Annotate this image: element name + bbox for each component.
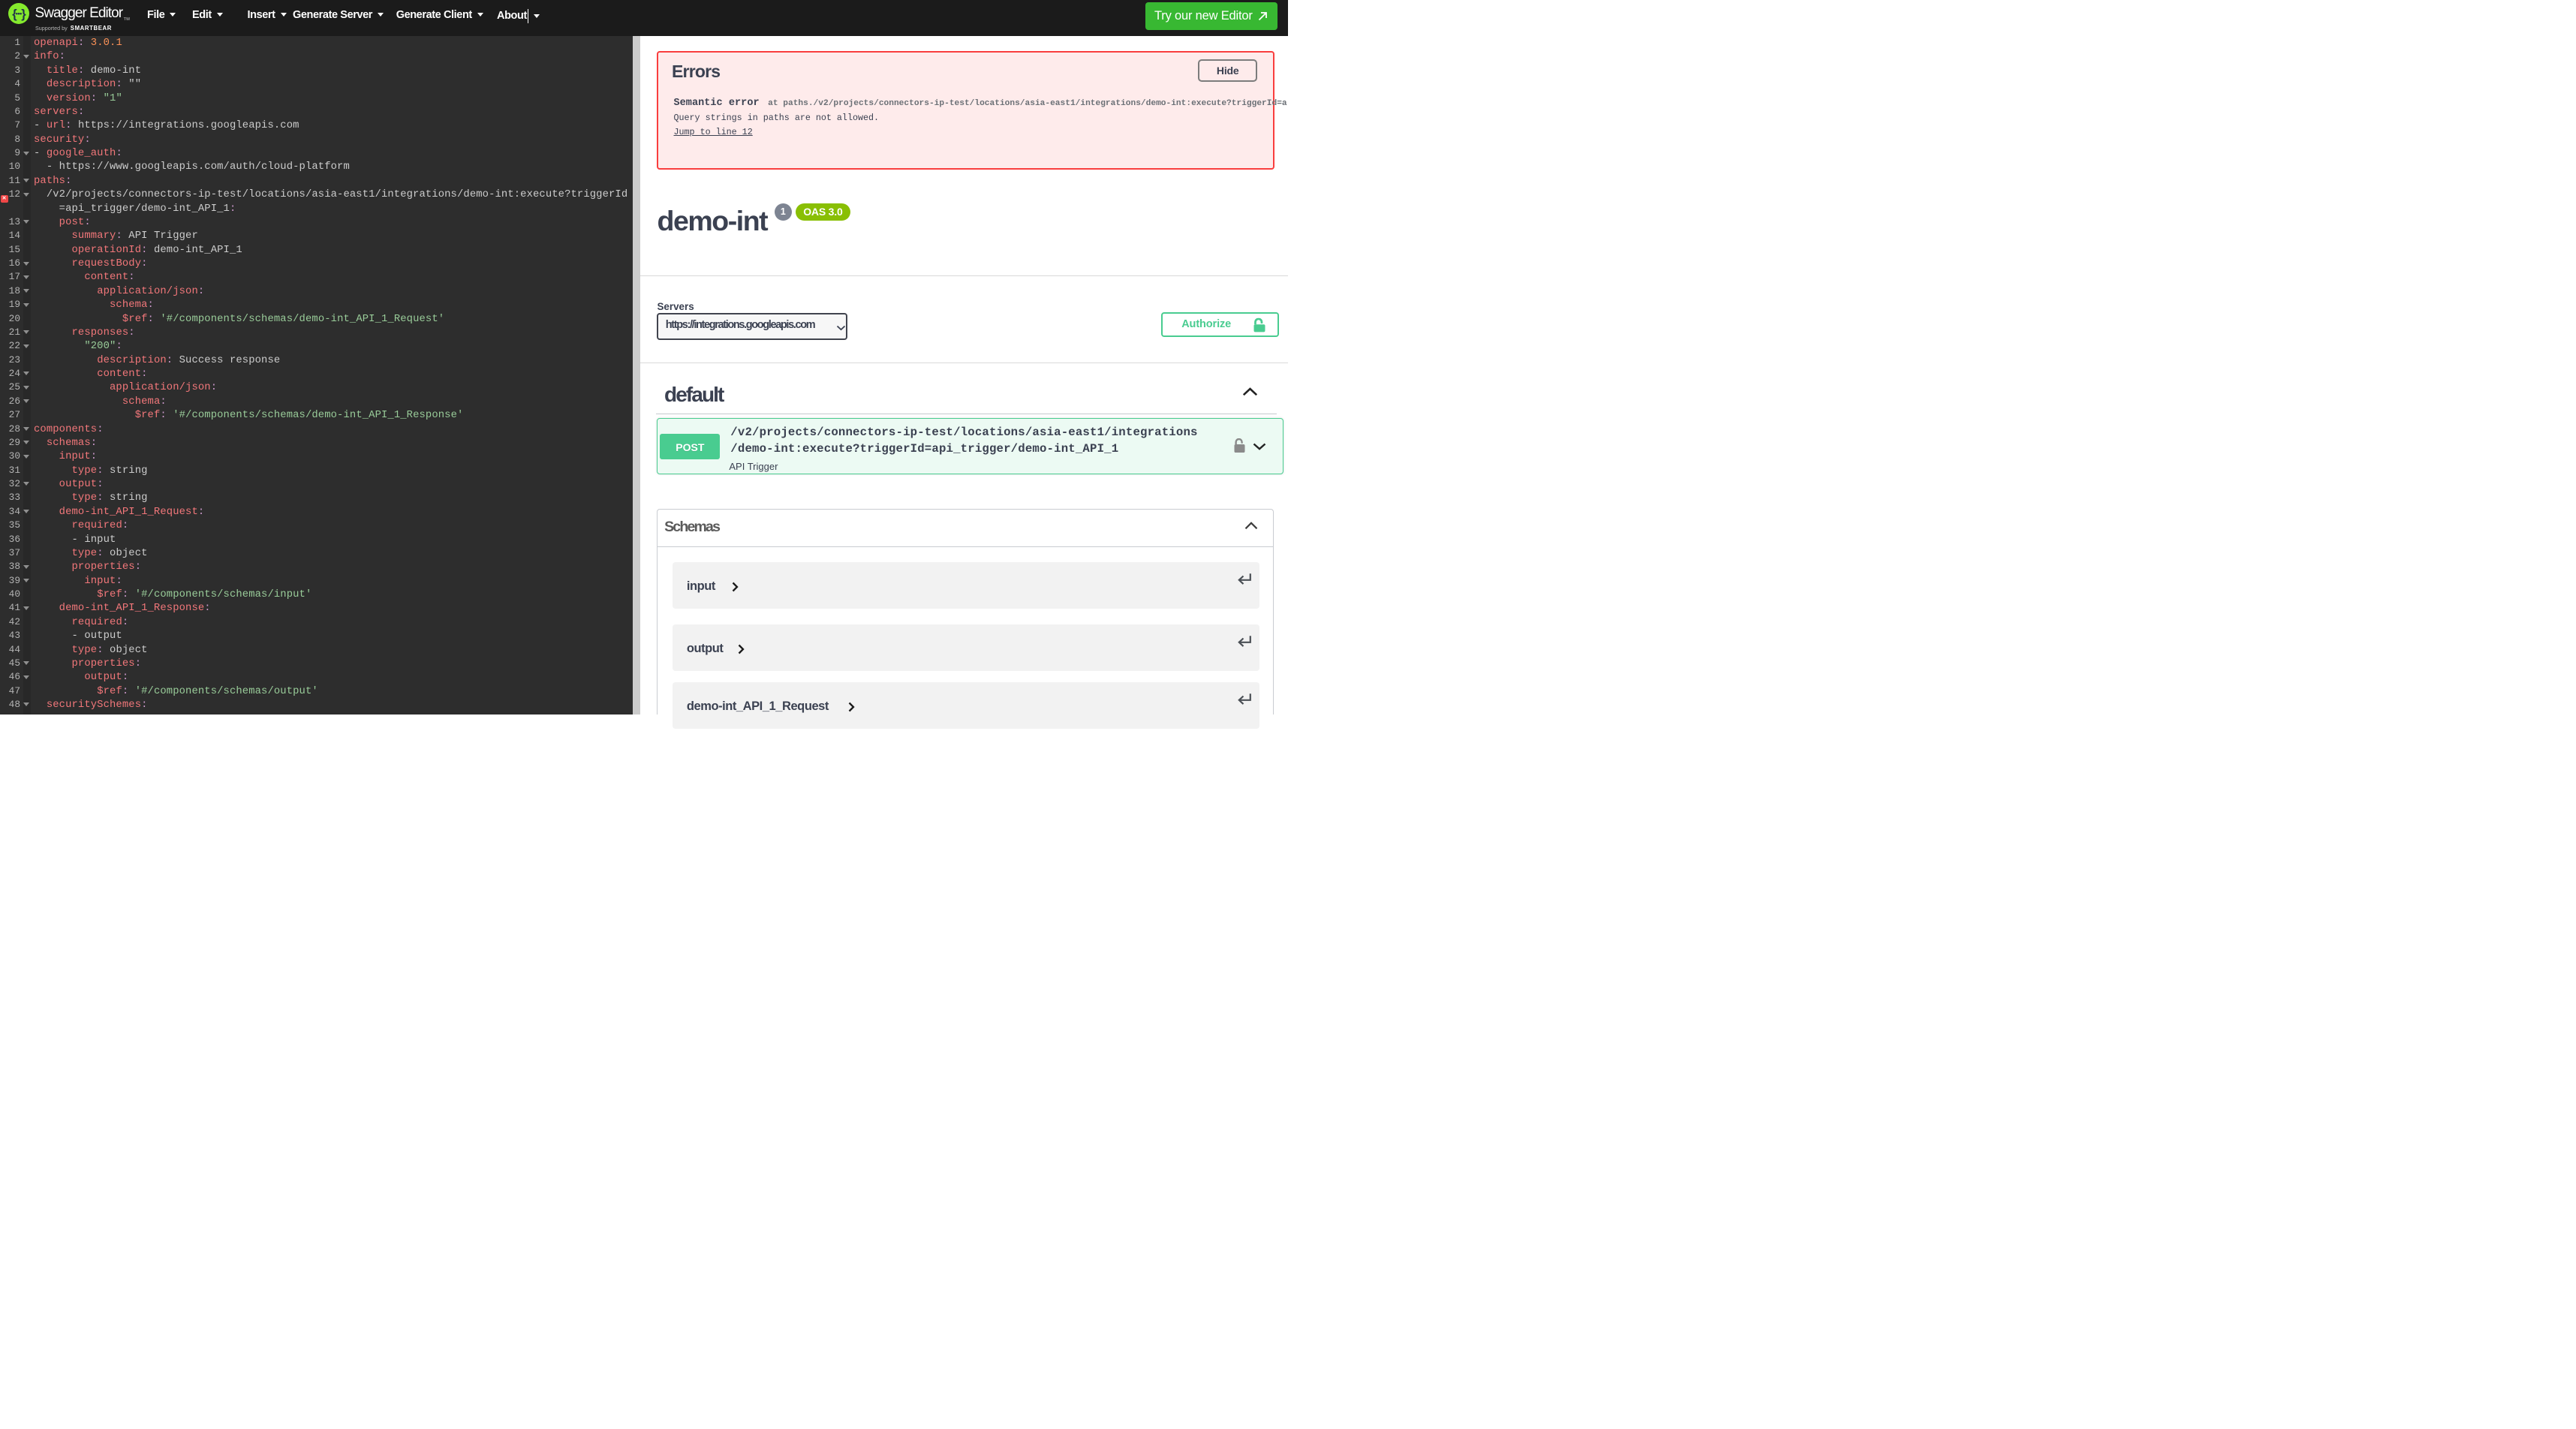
svg-text:}: } [22,8,27,21]
